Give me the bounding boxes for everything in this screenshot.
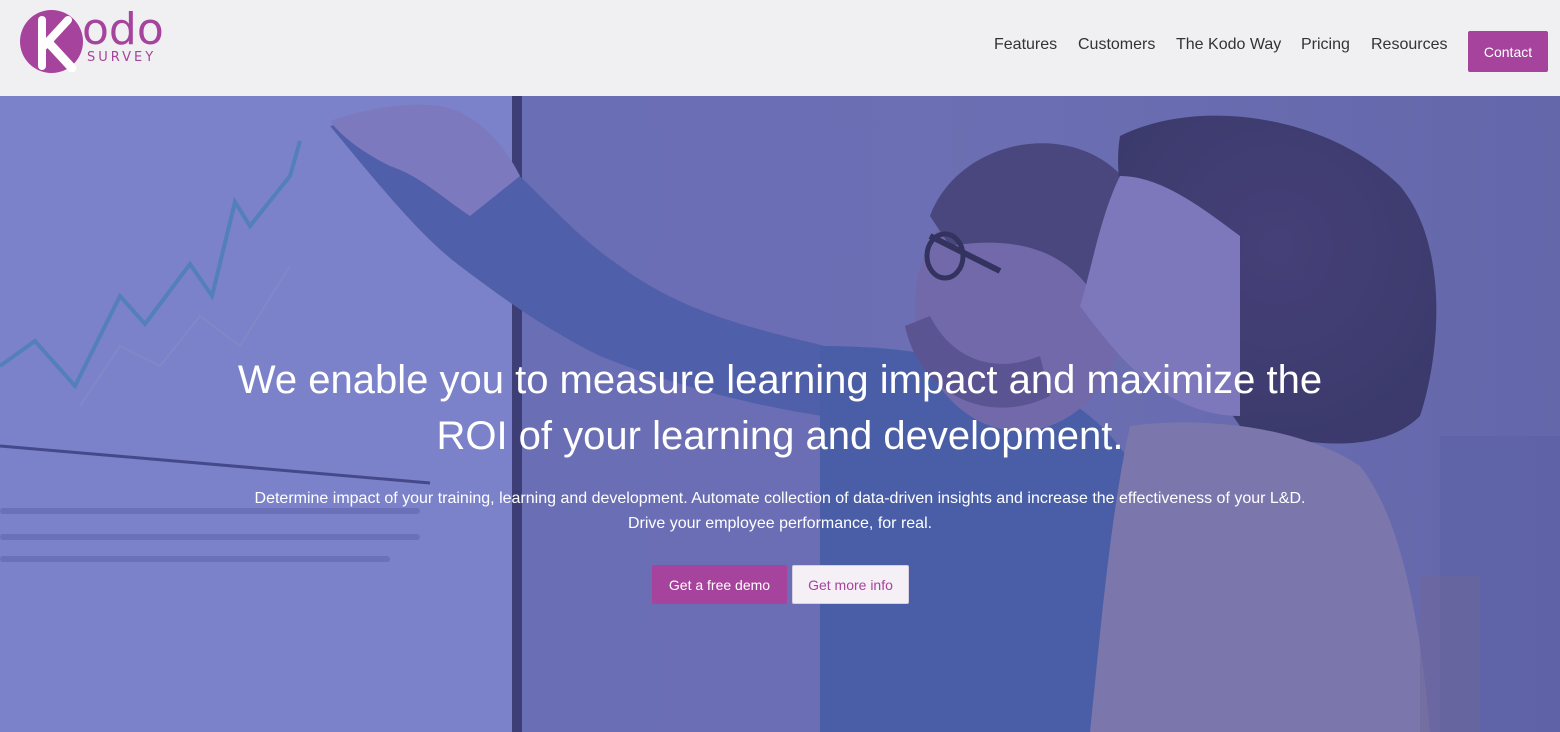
nav-features[interactable]: Features [994,36,1057,54]
hero-headline: We enable you to measure learning impact… [180,352,1380,464]
hero-subtext: Determine impact of your training, learn… [180,486,1380,536]
kodo-logo[interactable]: odo SURVEY [20,8,170,74]
free-demo-button[interactable]: Get a free demo [652,565,787,604]
site-header: odo SURVEY Features Customers The Kodo W… [0,0,1560,96]
hero-subtext-line-1: Determine impact of your training, learn… [254,490,1306,507]
logo-k-circle-icon [20,10,83,73]
more-info-button[interactable]: Get more info [792,565,909,604]
hero-headline-line-1: We enable you to measure learning impact… [237,358,1323,402]
hero-headline-line-2: ROI of your learning and development. [436,414,1124,458]
nav-customers[interactable]: Customers [1078,36,1155,54]
logo-wordmark: odo [82,4,164,55]
nav-kodo-way[interactable]: The Kodo Way [1176,36,1281,54]
hero-section: We enable you to measure learning impact… [0,96,1560,732]
logo-subtitle: SURVEY [87,50,157,65]
contact-button[interactable]: Contact [1468,31,1548,72]
nav-pricing[interactable]: Pricing [1301,36,1350,54]
nav-resources[interactable]: Resources [1371,36,1447,54]
hero-subtext-line-2: Drive your employee performance, for rea… [627,515,933,532]
